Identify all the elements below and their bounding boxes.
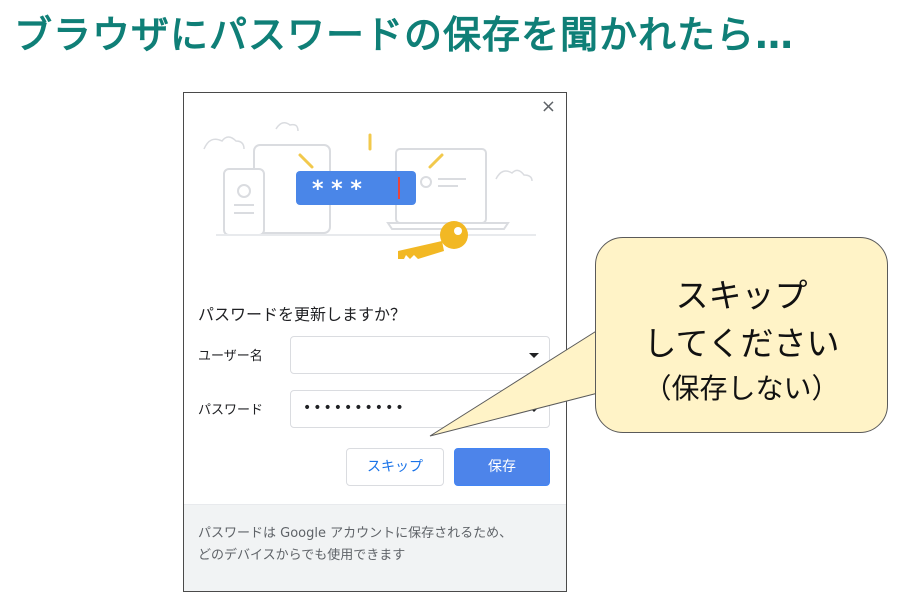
- username-field[interactable]: [290, 336, 550, 374]
- callout-text: スキップ してください （保存しない）: [596, 272, 887, 410]
- password-field[interactable]: ••••••••••: [290, 390, 550, 428]
- password-value: ••••••••••: [303, 400, 406, 416]
- callout-line-3: （保存しない）: [643, 372, 840, 405]
- save-button[interactable]: 保存: [454, 448, 550, 486]
- username-label: ユーザー名: [198, 349, 263, 364]
- footer-text: パスワードは Google アカウントに保存されるため、 どのデバイスからでも使…: [198, 523, 548, 567]
- password-save-dialog: × * * * パスワードを更新しますか？ ユーザー名 パスワード ••••••…: [183, 92, 567, 592]
- dropdown-caret-icon[interactable]: [529, 353, 539, 358]
- password-label: パスワード: [198, 403, 264, 418]
- password-illustration: * * *: [203, 122, 536, 259]
- page-heading: ブラウザにパスワードの保存を聞かれたら…: [14, 13, 795, 57]
- footer-line-2: どのデバイスからでも使用できます: [198, 548, 406, 563]
- spark-lines: [298, 133, 444, 169]
- callout-line-2: してください: [643, 324, 840, 363]
- masked-password-text: * * *: [312, 177, 362, 202]
- save-prompt-question: パスワードを更新しますか？: [198, 305, 407, 324]
- callout-line-1: スキップ: [675, 276, 808, 315]
- key-icon: [398, 221, 468, 259]
- close-icon[interactable]: ×: [541, 97, 556, 117]
- skip-button[interactable]: スキップ: [346, 448, 444, 486]
- dropdown-caret-icon[interactable]: [529, 407, 539, 412]
- callout-bubble: スキップ してください （保存しない）: [595, 237, 888, 433]
- footer-line-1: パスワードは Google アカウントに保存されるため、: [198, 526, 513, 541]
- dialog-footer: パスワードは Google アカウントに保存されるため、 どのデバイスからでも使…: [184, 504, 566, 591]
